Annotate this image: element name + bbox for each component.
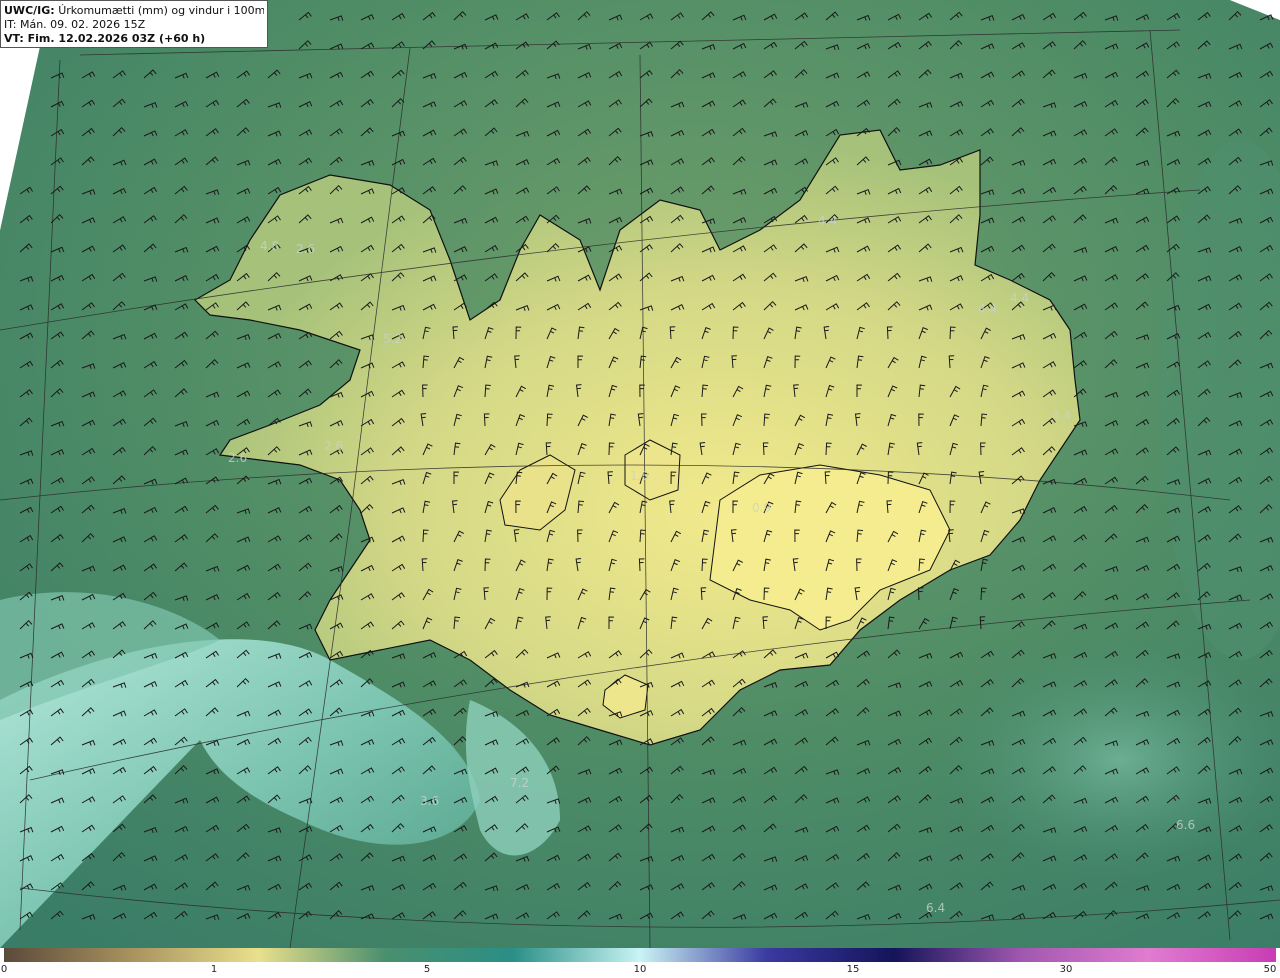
title-line: UWC/IG: Úrkomumætti (mm) og vindur i 100… bbox=[4, 4, 264, 18]
value-label: 2.6 bbox=[228, 451, 247, 465]
colorbar-tick: 1 bbox=[210, 964, 218, 975]
value-label: 4.4 bbox=[1052, 409, 1071, 423]
value-label: 4.4 bbox=[978, 302, 997, 316]
value-label: 5.2 bbox=[383, 332, 402, 346]
value-label: 6.4 bbox=[926, 901, 945, 915]
value-label: 0.9 bbox=[752, 501, 771, 515]
value-label: 3.6 bbox=[420, 794, 439, 808]
valid-time-line: VT: Fim. 12.02.2026 03Z (+60 h) bbox=[4, 32, 264, 46]
colorbar-tick: 50 bbox=[1263, 964, 1277, 975]
colorbar-tick: 10 bbox=[633, 964, 647, 975]
colorbar-tick: 5 bbox=[423, 964, 431, 975]
forecast-map-view: 4.8 2.6 5.2 2.6 2.6 4.4 4.4 4.4 4.4 1.0 … bbox=[0, 0, 1280, 978]
value-label: 4.4 bbox=[818, 214, 837, 228]
valid-prefix: VT: Fim. bbox=[4, 32, 55, 45]
colorbar-tick: 15 bbox=[846, 964, 860, 975]
colorbar bbox=[4, 948, 1276, 962]
value-label: 6.6 bbox=[1176, 818, 1195, 832]
map-title: Úrkomumætti (mm) og vindur i 100m hæð bbox=[58, 4, 264, 17]
initial-time: IT: Mán. 09. 02. 2026 15Z bbox=[4, 18, 146, 31]
model-prefix: UWC/IG: bbox=[4, 4, 55, 17]
precipitation-map: 4.8 2.6 5.2 2.6 2.6 4.4 4.4 4.4 4.4 1.0 … bbox=[0, 0, 1280, 948]
valid-time: 12.02.2026 03Z (+60 h) bbox=[58, 32, 206, 45]
value-label: 1.0 bbox=[630, 469, 649, 483]
value-label: 4.4 bbox=[1010, 291, 1029, 305]
colorbar-ticks: 0 1 5 10 15 30 50 bbox=[0, 962, 1280, 978]
value-label: 2.6 bbox=[324, 439, 343, 453]
value-label: 2.6 bbox=[296, 242, 315, 256]
map-info-box: UWC/IG: Úrkomumætti (mm) og vindur i 100… bbox=[0, 0, 268, 48]
value-label: 4.8 bbox=[260, 239, 279, 253]
colorbar-tick: 30 bbox=[1059, 964, 1073, 975]
colorbar-tick: 0 bbox=[0, 964, 8, 975]
value-label: 7.2 bbox=[510, 776, 529, 790]
